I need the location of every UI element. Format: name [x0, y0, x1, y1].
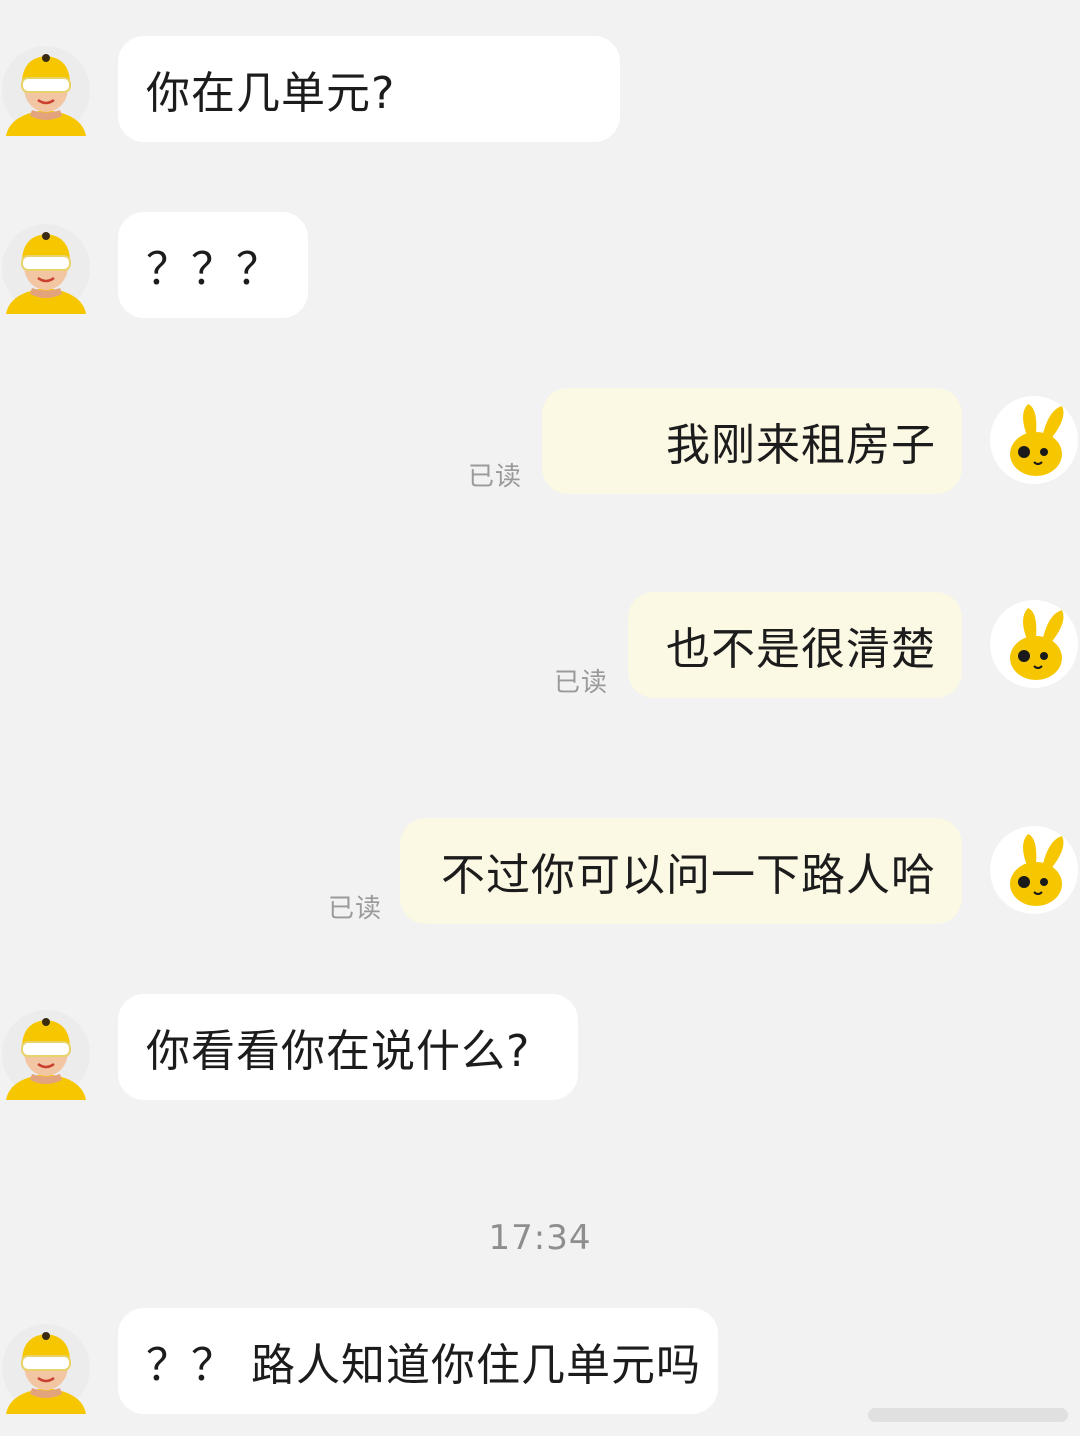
read-status: 已读 — [328, 894, 383, 924]
chat-thread: 你在几单元? ？？？ 已读 我刚来租房子 已读 也不是很清楚 已读 不过你可以问… — [0, 0, 1080, 1436]
courier-avatar-icon[interactable] — [0, 1008, 92, 1100]
message-text: 你看看你在说什么? — [146, 1026, 531, 1077]
message-bubble[interactable]: 不过你可以问一下路人哈 — [400, 818, 962, 924]
courier-avatar-icon[interactable] — [0, 44, 92, 136]
message-bubble[interactable]: 你在几单元? — [118, 36, 620, 142]
message-text: 也不是很清楚 — [666, 624, 936, 675]
courier-avatar-icon[interactable] — [0, 1322, 92, 1414]
message-bubble[interactable]: 我刚来租房子 — [542, 388, 962, 494]
message-bubble[interactable]: 也不是很清楚 — [628, 592, 962, 698]
message-bubble[interactable]: ？？ 路人知道你住几单元吗 — [118, 1308, 718, 1414]
yellow-bunny-avatar-icon[interactable] — [988, 394, 1080, 486]
yellow-bunny-avatar-icon[interactable] — [988, 824, 1080, 916]
home-indicator — [868, 1408, 1068, 1422]
yellow-bunny-avatar-icon[interactable] — [988, 598, 1080, 690]
timestamp: 17:34 — [488, 1218, 592, 1258]
message-text: 不过你可以问一下路人哈 — [441, 850, 936, 901]
message-text: 你在几单元? — [146, 68, 396, 119]
message-text: ？？？ — [146, 244, 281, 295]
message-text: 我刚来租房子 — [666, 420, 936, 471]
message-bubble[interactable]: 你看看你在说什么? — [118, 994, 578, 1100]
read-status: 已读 — [554, 668, 609, 698]
courier-avatar-icon[interactable] — [0, 222, 92, 314]
message-text: ？？ 路人知道你住几单元吗 — [146, 1340, 701, 1391]
read-status: 已读 — [468, 462, 523, 492]
message-bubble[interactable]: ？？？ — [118, 212, 308, 318]
